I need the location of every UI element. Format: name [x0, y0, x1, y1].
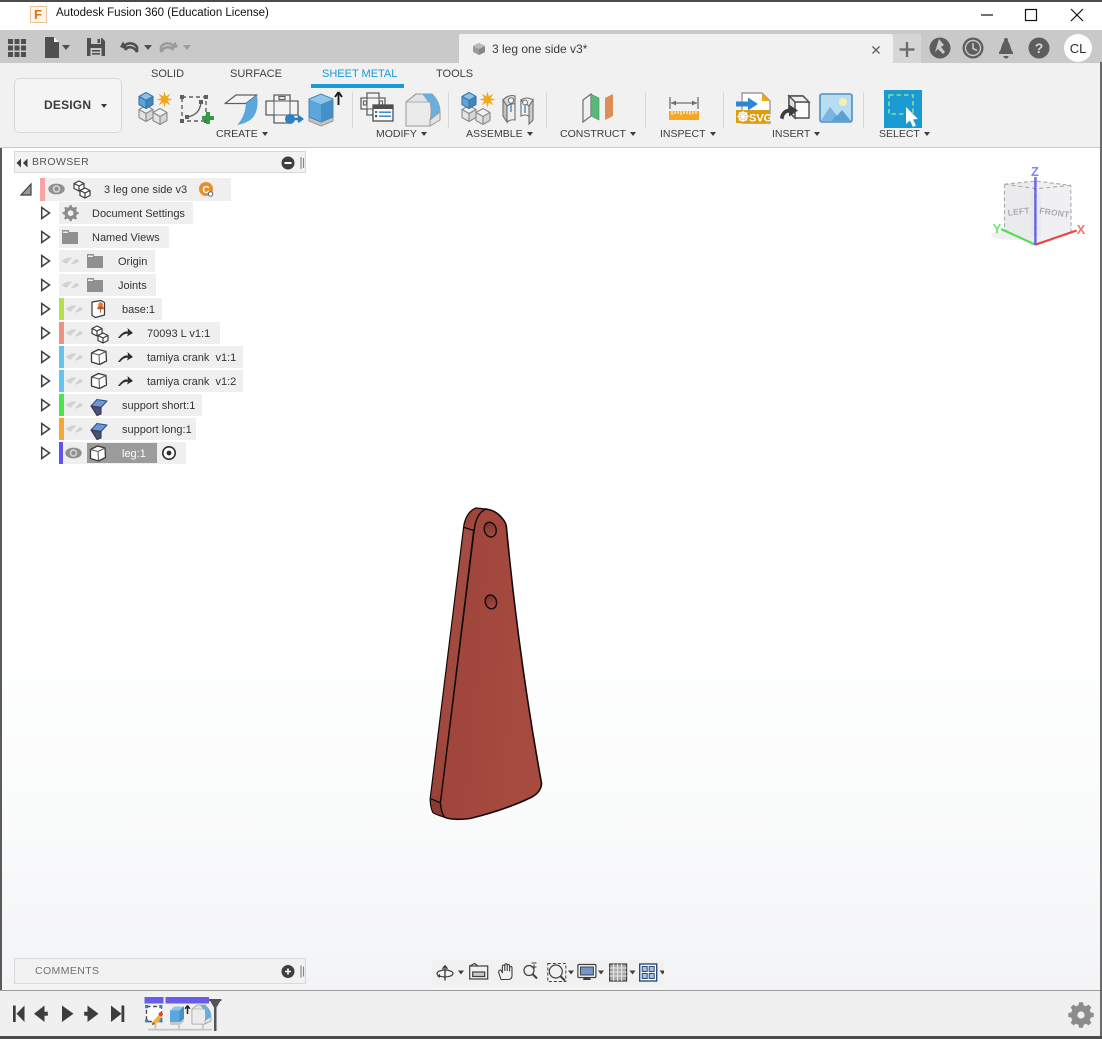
svg-text:Document Settings: Document Settings	[92, 208, 185, 220]
svg-text:Joints: Joints	[118, 280, 147, 292]
svg-text:leg:1: leg:1	[122, 448, 146, 460]
svg-text:support short:1: support short:1	[122, 400, 195, 412]
svg-text:Origin: Origin	[118, 256, 147, 268]
svg-text:3 leg one side v3: 3 leg one side v3	[104, 184, 187, 196]
svg-text:CL: CL	[1070, 41, 1087, 56]
svg-text:?: ?	[1035, 40, 1044, 56]
svg-text:Y: Y	[993, 221, 1002, 236]
svg-text:70093 L v1:1: 70093 L v1:1	[147, 328, 210, 340]
svg-text:base:1: base:1	[122, 304, 155, 316]
svg-text:tamiya crank v1:1: tamiya crank v1:1	[147, 352, 236, 364]
svg-text:X: X	[1077, 222, 1086, 237]
svg-text:Named Views: Named Views	[92, 232, 160, 244]
svg-text:support long:1: support long:1	[122, 424, 192, 436]
svg-text:tamiya crank v1:2: tamiya crank v1:2	[147, 376, 236, 388]
svg-text:Z: Z	[1031, 164, 1039, 179]
